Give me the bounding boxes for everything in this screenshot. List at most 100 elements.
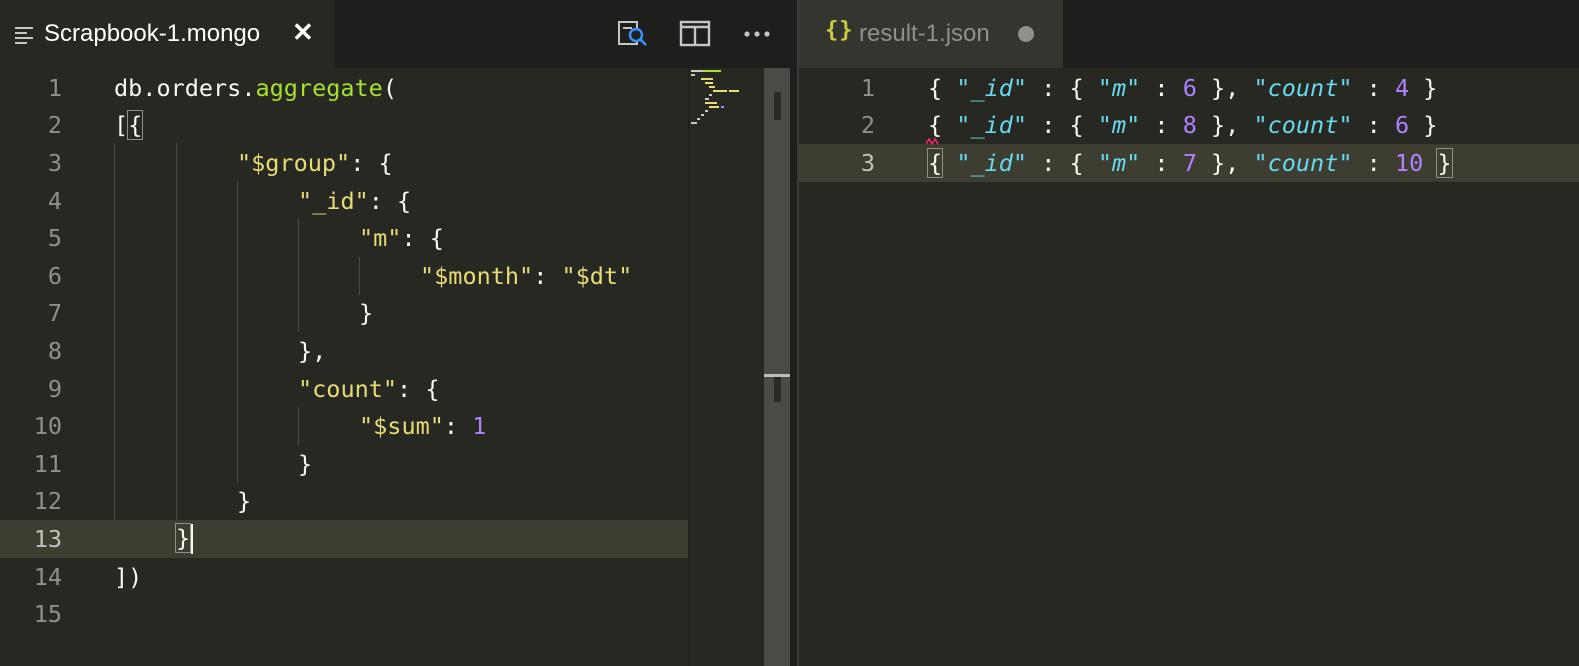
line-number: 5 <box>47 224 62 253</box>
current-line: 13 } <box>0 520 688 558</box>
code-token: "$month" <box>420 261 534 290</box>
scroll-thumb[interactable] <box>774 377 781 402</box>
code-line: 14 ]) <box>0 558 797 596</box>
right-tab-bar: {} result-1.json <box>799 0 1579 68</box>
line-number: 3 <box>47 148 62 177</box>
line-number: 11 <box>33 449 62 478</box>
file-lines-icon <box>15 27 33 44</box>
right-code-area[interactable]: 1 { "_id" : { "m" : 6 }, "count" : 4 } 2… <box>799 68 1579 666</box>
current-line: 3 { "_id" : { "m" : 7 }, "count" : 10 } <box>799 144 1579 182</box>
json-value: 6 <box>1182 73 1197 102</box>
code-line: 4 "_id": { <box>0 182 797 220</box>
close-icon[interactable]: ✕ <box>292 17 314 48</box>
more-actions-icon[interactable] <box>740 17 774 51</box>
code-token: } <box>359 299 374 328</box>
code-token: "m" <box>359 224 402 253</box>
json-key: "_id" <box>956 148 1028 177</box>
code-line: 3 "$group": { <box>0 144 797 182</box>
error-squiggle-icon <box>926 137 939 146</box>
code-token: } <box>298 449 313 478</box>
tab-label: result-1.json <box>859 20 990 47</box>
json-key: "count" <box>1253 73 1353 102</box>
line-number: 3 <box>860 148 875 177</box>
code-line: 5 "m": { <box>0 219 797 257</box>
unsaved-dot-icon[interactable] <box>1018 26 1034 42</box>
json-value: 8 <box>1182 111 1197 140</box>
line-number: 7 <box>47 299 62 328</box>
code-token: : <box>443 412 473 441</box>
json-key: "m" <box>1097 111 1141 140</box>
matched-bracket: { <box>127 110 144 141</box>
code-token: "count" <box>298 374 398 403</box>
json-key: "_id" <box>956 73 1028 102</box>
left-tab-bar: Scrapbook-1.mongo ✕ <box>0 0 797 68</box>
result-line: 1 { "_id" : { "m" : 6 }, "count" : 4 } <box>799 69 1579 107</box>
vertical-scrollbar[interactable] <box>764 68 790 666</box>
line-number: 8 <box>47 336 62 365</box>
line-number: 6 <box>47 261 62 290</box>
line-number: 4 <box>47 186 62 215</box>
line-number: 2 <box>860 111 875 140</box>
code-line: 11 } <box>0 445 797 483</box>
line-number: 13 <box>33 524 62 553</box>
code-token: [ <box>114 111 129 140</box>
json-key: "_id" <box>956 111 1028 140</box>
json-result-editor: {} result-1.json 1 { "_id" : { "m" : 6 }… <box>799 0 1579 666</box>
line-number: 9 <box>47 374 62 403</box>
code-line: 7 } <box>0 295 797 333</box>
tab-label: Scrapbook-1.mongo <box>44 20 261 47</box>
code-line: 6 "$month": "$dt" <box>0 257 797 295</box>
line-number: 10 <box>33 412 62 441</box>
json-value: 4 <box>1394 73 1410 102</box>
json-value: 6 <box>1394 111 1410 140</box>
code-token: 1 <box>472 412 487 441</box>
code-line: 8 }, <box>0 332 797 370</box>
matched-bracket: } <box>174 522 192 553</box>
line-number: 12 <box>33 487 62 516</box>
code-token: : <box>533 261 562 290</box>
json-key: "m" <box>1097 73 1141 102</box>
code-token: db.orders. <box>114 73 256 102</box>
json-braces-icon: {} <box>825 18 854 43</box>
line-number: 2 <box>47 111 62 140</box>
code-token: "$sum" <box>359 412 444 441</box>
split-editor-icon[interactable] <box>678 17 712 51</box>
scroll-thumb[interactable] <box>774 92 781 120</box>
tab-result[interactable]: {} result-1.json <box>799 0 1063 68</box>
line-number: 1 <box>860 73 875 102</box>
code-token: : { <box>368 186 412 215</box>
code-token: "$group" <box>237 148 351 177</box>
code-token: : { <box>401 224 444 253</box>
line-number: 14 <box>33 562 62 591</box>
find-in-file-icon[interactable] <box>616 17 650 51</box>
code-token: aggregate <box>255 73 383 102</box>
code-line: 15 <box>0 595 797 633</box>
minimap[interactable] <box>688 68 764 666</box>
mongo-scrapbook-editor: Scrapbook-1.mongo ✕ 1 db.orders.aggregat… <box>0 0 797 666</box>
code-token: } <box>237 487 252 516</box>
code-line: 2 [{ <box>0 107 797 145</box>
json-value: 7 <box>1182 148 1197 177</box>
code-token: "$dt" <box>561 261 633 290</box>
code-token: }, <box>298 336 327 365</box>
code-token: ( <box>382 73 397 102</box>
left-code-area[interactable]: 1 db.orders.aggregate( 2 [{ 3 "$group": … <box>0 68 797 666</box>
line-number: 1 <box>47 73 62 102</box>
pane-edge <box>790 68 797 666</box>
code-line: 1 db.orders.aggregate( <box>0 69 797 107</box>
code-token: ]) <box>114 562 143 591</box>
code-line: 12 } <box>0 483 797 521</box>
code-line: 10 "$sum": 1 <box>0 407 797 445</box>
matched-bracket: } <box>1436 147 1453 178</box>
json-key: "count" <box>1253 111 1353 140</box>
json-key: "m" <box>1097 148 1141 177</box>
json-key: "count" <box>1253 148 1353 177</box>
result-line: 2 { "_id" : { "m" : 8 }, "count" : 6 } <box>799 107 1579 145</box>
code-token: "_id" <box>298 186 369 215</box>
line-number: 15 <box>33 600 62 629</box>
code-line: 9 "count": { <box>0 370 797 408</box>
text-cursor <box>191 524 194 555</box>
code-token: : { <box>397 374 440 403</box>
matched-bracket: { <box>926 147 944 178</box>
tab-scrapbook[interactable]: Scrapbook-1.mongo ✕ <box>0 0 334 68</box>
